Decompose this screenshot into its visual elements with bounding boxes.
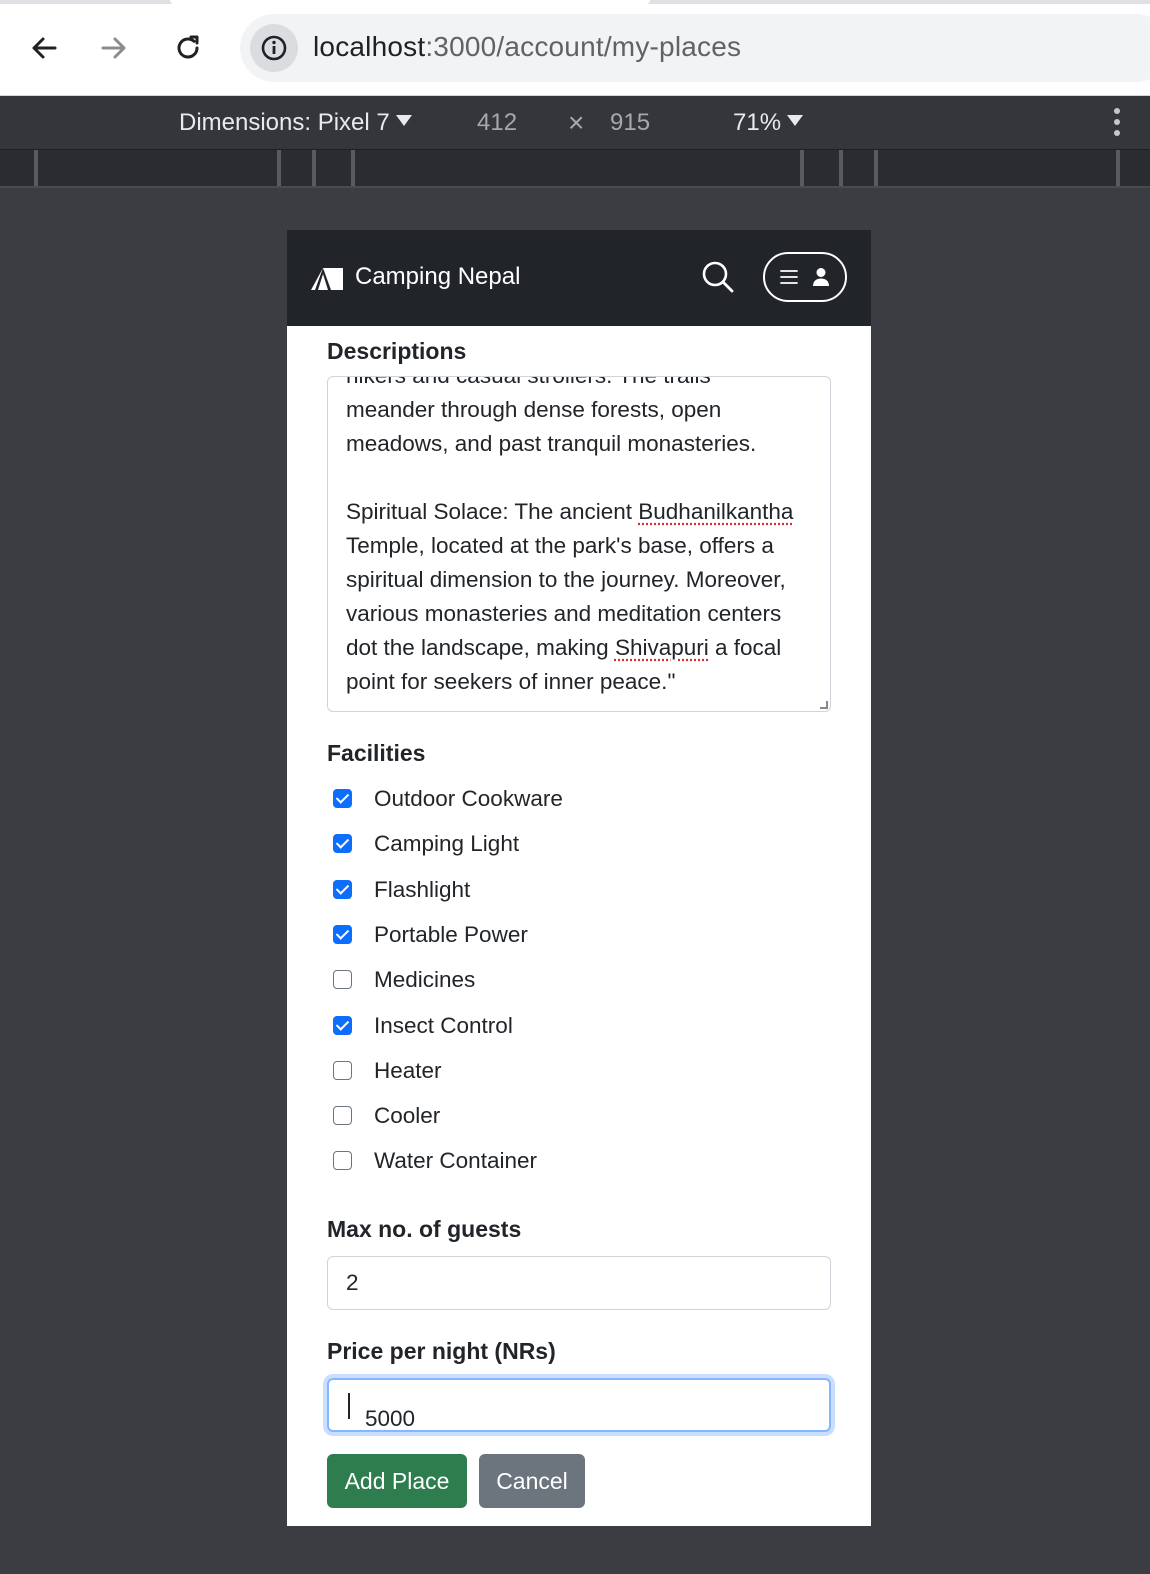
media-query-marker[interactable]	[839, 150, 843, 186]
facility-item[interactable]: Heater	[333, 1058, 813, 1088]
dimensions-label: Dimensions: Pixel 7	[179, 109, 390, 136]
facility-checkbox[interactable]	[333, 1016, 352, 1035]
descriptions-label: Descriptions	[327, 338, 467, 364]
media-query-marker[interactable]	[800, 150, 804, 186]
arrow-left-icon	[32, 37, 57, 59]
tab-strip	[0, 0, 1150, 4]
facility-label[interactable]: Heater	[374, 1058, 442, 1084]
facilities-label: Facilities	[327, 740, 426, 766]
facility-label[interactable]: Medicines	[374, 967, 475, 993]
text-cursor	[348, 1393, 350, 1419]
facility-checkbox[interactable]	[333, 1061, 352, 1080]
facility-checkbox[interactable]	[333, 925, 352, 944]
media-query-marker[interactable]	[1116, 150, 1120, 186]
media-query-marker[interactable]	[277, 150, 281, 186]
zoom-dropdown[interactable]: 71%	[733, 109, 804, 137]
dimensions-dropdown[interactable]: Dimensions: Pixel 7	[179, 109, 412, 137]
media-query-marker[interactable]	[312, 150, 316, 186]
facility-item[interactable]: Cooler	[333, 1103, 813, 1133]
facility-item[interactable]: Portable Power	[333, 922, 813, 952]
facility-label[interactable]: Flashlight	[374, 877, 470, 903]
facility-item[interactable]: Camping Light	[333, 831, 813, 861]
facility-item[interactable]: Outdoor Cookware	[333, 786, 813, 816]
facility-label[interactable]: Outdoor Cookware	[374, 786, 563, 812]
brand-name[interactable]: Camping Nepal	[355, 263, 520, 291]
facility-checkbox[interactable]	[333, 1151, 352, 1170]
facility-checkbox[interactable]	[333, 1106, 352, 1125]
facility-label[interactable]: Insect Control	[374, 1013, 513, 1039]
info-icon	[261, 35, 287, 61]
device-width-field[interactable]: 412	[477, 109, 517, 137]
menu-icon	[780, 270, 798, 284]
facility-checkbox[interactable]	[333, 880, 352, 899]
facility-label[interactable]: Water Container	[374, 1148, 537, 1174]
facility-item[interactable]: Insect Control	[333, 1013, 813, 1043]
descriptions-text: hikers and casual strollers. The trails …	[346, 377, 794, 694]
user-icon	[813, 268, 829, 286]
dimension-separator: ×	[568, 107, 585, 138]
cancel-button[interactable]: Cancel	[479, 1454, 585, 1508]
facility-label[interactable]: Portable Power	[374, 922, 528, 948]
spellcheck-word: Shivapuri	[614, 635, 709, 660]
site-navbar: Camping Nepal	[287, 230, 871, 326]
facility-item[interactable]: Water Container	[333, 1148, 813, 1178]
arrow-right-icon	[101, 37, 126, 59]
reload-button[interactable]	[166, 26, 210, 70]
zoom-label: 71%	[733, 109, 782, 136]
address-bar[interactable]: localhost:3000/account/my-places	[240, 14, 1150, 82]
back-button[interactable]	[22, 26, 66, 70]
facility-checkbox[interactable]	[333, 789, 352, 808]
browser-toolbar: localhost:3000/account/my-places	[0, 0, 1150, 96]
max-guests-input[interactable]: 2	[327, 1256, 831, 1310]
price-value: 5000	[347, 1393, 415, 1431]
resize-handle-icon[interactable]	[820, 701, 828, 709]
tent-logo-icon[interactable]	[309, 266, 345, 290]
price-label: Price per night (NRs)	[327, 1338, 556, 1364]
media-query-bar	[0, 150, 1150, 188]
url-path: :3000/account/my-places	[425, 31, 742, 62]
caret-down-icon	[395, 115, 412, 126]
search-icon[interactable]	[701, 260, 735, 294]
facility-label[interactable]: Cooler	[374, 1103, 440, 1129]
facility-label[interactable]: Camping Light	[374, 831, 519, 857]
facility-item[interactable]: Flashlight	[333, 877, 813, 907]
forward-button[interactable]	[92, 26, 136, 70]
descriptions-textarea[interactable]: hikers and casual strollers. The trails …	[327, 376, 831, 712]
facility-checkbox[interactable]	[333, 970, 352, 989]
active-tab[interactable]	[170, 0, 650, 4]
add-place-button[interactable]: Add Place	[327, 1454, 467, 1508]
price-input[interactable]: 5000	[327, 1378, 831, 1432]
more-options-icon[interactable]	[1114, 108, 1120, 136]
facility-item[interactable]: Medicines	[333, 967, 813, 997]
spellcheck-word: Budhanilkantha	[638, 499, 794, 524]
reload-icon	[177, 35, 199, 59]
max-guests-value: 2	[346, 1270, 359, 1295]
facility-checkbox[interactable]	[333, 834, 352, 853]
device-toolbar: Dimensions: Pixel 7 412 × 915 71%	[0, 96, 1150, 150]
site-info-button[interactable]	[250, 24, 298, 72]
media-query-marker[interactable]	[351, 150, 355, 186]
media-query-marker[interactable]	[874, 150, 878, 186]
user-menu-button[interactable]	[763, 252, 847, 302]
media-query-marker[interactable]	[34, 150, 38, 186]
max-guests-label: Max no. of guests	[327, 1216, 522, 1242]
device-viewport: Camping Nepal Descriptions hikers and ca…	[287, 230, 871, 1526]
device-height-field[interactable]: 915	[610, 109, 650, 137]
url-text[interactable]: localhost:3000/account/my-places	[313, 31, 741, 63]
url-host: localhost	[313, 31, 426, 62]
caret-down-icon	[787, 115, 804, 126]
